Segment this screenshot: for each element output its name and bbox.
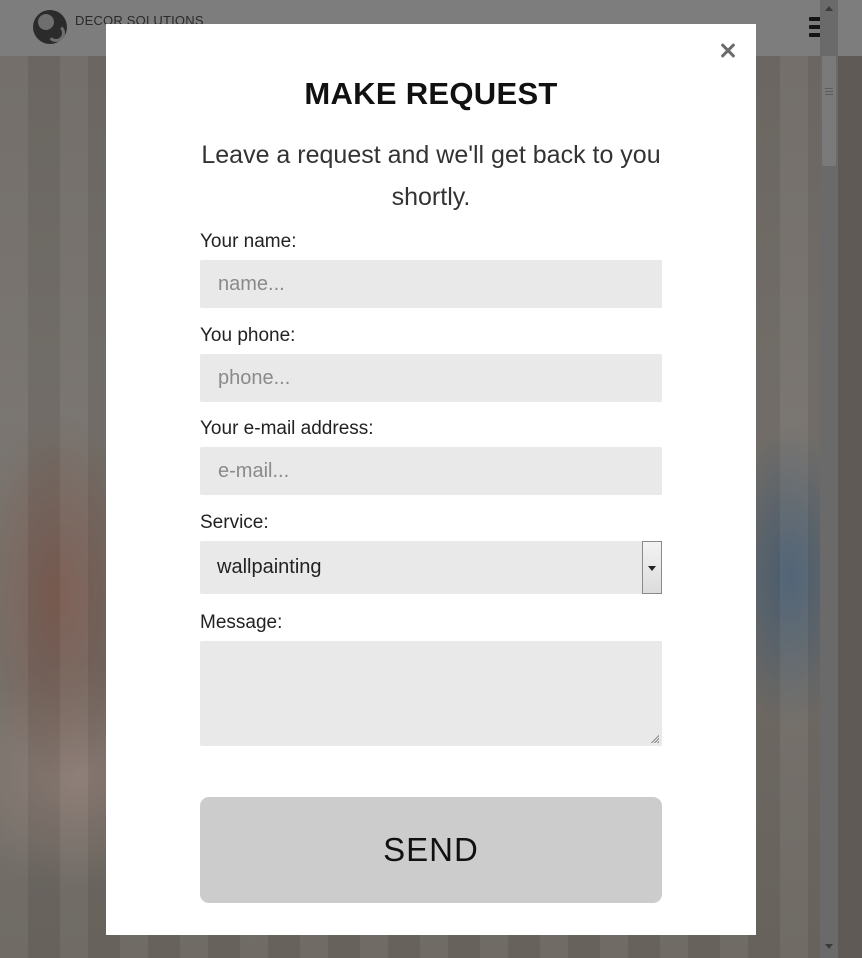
send-button[interactable]: SEND xyxy=(200,797,662,903)
scroll-down-arrow-icon[interactable] xyxy=(825,944,833,949)
message-label: Message: xyxy=(200,612,283,633)
request-modal: MAKE REQUEST Leave a request and we'll g… xyxy=(106,24,756,935)
close-icon[interactable] xyxy=(716,38,740,62)
name-input[interactable] xyxy=(200,260,662,308)
email-label: Your e-mail address: xyxy=(200,418,374,439)
phone-input[interactable] xyxy=(200,354,662,402)
service-label: Service: xyxy=(200,512,269,533)
chevron-down-icon[interactable] xyxy=(642,541,662,594)
logo-icon[interactable] xyxy=(33,10,67,44)
email-input[interactable] xyxy=(200,447,662,495)
service-select[interactable]: wallpainting xyxy=(200,541,662,594)
scrollbar-grip-icon xyxy=(825,88,833,96)
modal-title: MAKE REQUEST xyxy=(304,76,558,111)
name-label: Your name: xyxy=(200,231,297,252)
page: DECOR SOLUTIONS MAKE REQUEST Leave a req… xyxy=(0,0,862,958)
scrollbar-thumb[interactable] xyxy=(822,56,836,166)
scroll-up-arrow-icon[interactable] xyxy=(825,6,833,11)
scrollbar[interactable] xyxy=(820,0,838,958)
phone-label: You phone: xyxy=(200,325,296,346)
message-textarea[interactable] xyxy=(200,641,662,746)
resize-handle-icon[interactable] xyxy=(650,734,659,743)
service-select-value: wallpainting xyxy=(217,556,322,578)
modal-subtitle: Leave a request and we'll get back to yo… xyxy=(201,141,661,211)
